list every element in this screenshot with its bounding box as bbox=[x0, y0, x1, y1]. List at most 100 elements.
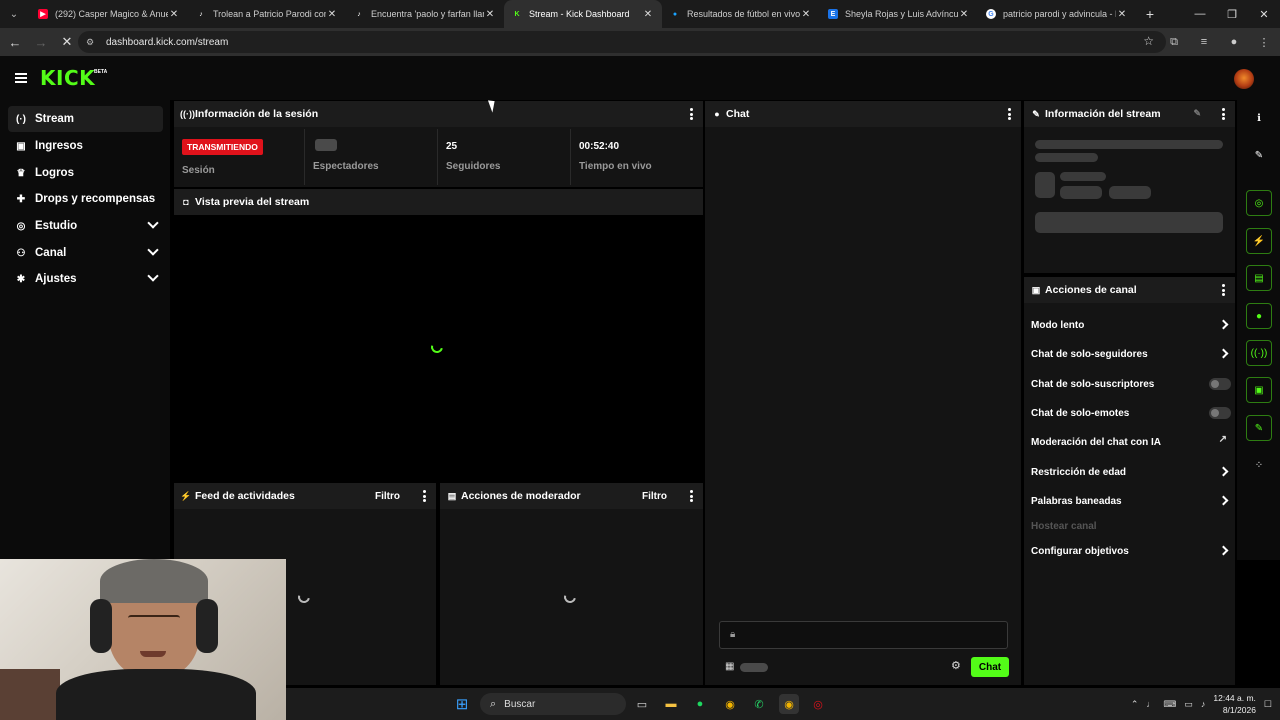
search-icon: ⌕ bbox=[490, 697, 497, 710]
chrome-active-icon[interactable]: ◉ bbox=[779, 694, 799, 714]
sidebar-item-drops[interactable]: ✚ Drops y recompensas bbox=[8, 186, 163, 212]
sidebar-item-stream[interactable]: (·) Stream bbox=[8, 106, 163, 132]
browser-tab[interactable]: ♪ Encuentra 'paolo y farfan llama ✕ bbox=[346, 0, 504, 28]
emotes-only-toggle[interactable] bbox=[1209, 407, 1231, 419]
avatar[interactable] bbox=[1234, 69, 1254, 89]
lightning-icon[interactable]: ⚡ bbox=[1246, 228, 1272, 254]
browser-menu-icon[interactable]: ⋮ bbox=[1254, 32, 1274, 52]
close-icon[interactable]: ✕ bbox=[800, 9, 812, 20]
action-banned-words[interactable]: Palabras baneadas bbox=[1031, 491, 1229, 511]
panel-title: Información del stream bbox=[1045, 108, 1161, 120]
profile-icon[interactable]: ● bbox=[1224, 32, 1244, 52]
obs-icon[interactable]: ◎ bbox=[808, 694, 828, 714]
sidebar-item-estudio[interactable]: ◎ Estudio bbox=[8, 213, 163, 239]
status-badge: TRANSMITIENDO bbox=[182, 139, 263, 155]
chat-bubble-icon[interactable]: ● bbox=[1246, 303, 1272, 329]
browser-tab[interactable]: ▶ (292) Casper Magico & Anuel A ✕ bbox=[30, 0, 188, 28]
wrench-icon[interactable]: ✎ bbox=[1246, 415, 1272, 441]
info-icon[interactable]: ℹ bbox=[1246, 105, 1272, 131]
browser-tab[interactable]: G patricio parodi y advincula - Bu ✕ bbox=[978, 0, 1136, 28]
loading-spinner bbox=[428, 338, 446, 356]
sidebar-item-logros[interactable]: ♛ Logros bbox=[8, 160, 163, 186]
loading-placeholder bbox=[1109, 186, 1151, 199]
moderator-actions-panel: ▤ Acciones de moderador Filtro bbox=[440, 483, 703, 685]
browser-tab[interactable]: E Sheyla Rojas y Luis Advíncula e ✕ bbox=[820, 0, 978, 28]
microphone-icon[interactable]: ♩ bbox=[1146, 699, 1155, 709]
widgets-icon[interactable]: ⁘ bbox=[1246, 452, 1272, 478]
chrome-icon[interactable]: ◉ bbox=[720, 694, 740, 714]
kick-logo[interactable]: KICK bbox=[40, 68, 95, 88]
pencil-icon[interactable]: ✎ bbox=[1246, 142, 1272, 168]
more-options-icon[interactable] bbox=[689, 108, 693, 120]
close-icon[interactable]: ✕ bbox=[1116, 9, 1128, 20]
close-icon[interactable]: ✕ bbox=[958, 9, 970, 20]
news-icon: E bbox=[828, 9, 838, 19]
action-goals[interactable]: Configurar objetivos bbox=[1031, 541, 1229, 561]
forward-icon[interactable]: → bbox=[30, 31, 52, 53]
chevron-up-icon[interactable]: ⌃ bbox=[1131, 699, 1139, 710]
chat-message-input[interactable]: 🔒︎ bbox=[719, 621, 1008, 649]
panel-title: Vista previa del stream bbox=[195, 196, 310, 208]
stop-loading-icon[interactable]: ✕ bbox=[56, 31, 78, 53]
close-icon[interactable]: ✕ bbox=[642, 9, 654, 20]
new-tab-button[interactable]: + bbox=[1140, 6, 1160, 22]
keyboard-icon[interactable]: ⌨ bbox=[1163, 699, 1176, 710]
more-options-icon[interactable] bbox=[689, 490, 693, 502]
loading-placeholder bbox=[315, 139, 337, 151]
action-age-restriction[interactable]: Restricción de edad bbox=[1031, 462, 1229, 482]
task-view-icon[interactable]: ▭ bbox=[632, 694, 652, 714]
lightning-icon: ⚡ bbox=[180, 490, 192, 501]
volume-icon[interactable]: ♪ bbox=[1201, 699, 1206, 709]
whatsapp-icon[interactable]: ✆ bbox=[749, 694, 769, 714]
tab-search-button[interactable]: ⌄ bbox=[4, 4, 24, 24]
window-controls: — ❐ ✕ bbox=[1184, 0, 1280, 28]
spotify-icon[interactable]: ● bbox=[690, 694, 710, 714]
chat-settings-icon[interactable]: ⚙ bbox=[951, 659, 961, 672]
subscribers-only-toggle[interactable] bbox=[1209, 378, 1231, 390]
more-options-icon[interactable] bbox=[422, 490, 426, 502]
browser-tab-active[interactable]: K Stream - Kick Dashboard ✕ bbox=[504, 0, 662, 28]
stream-preview-icon[interactable]: ◎ bbox=[1246, 190, 1272, 216]
sidebar-item-ajustes[interactable]: ✱ Ajustes bbox=[8, 266, 163, 292]
filter-button[interactable]: Filtro bbox=[375, 491, 400, 502]
webcam-shirt bbox=[56, 669, 256, 720]
filter-button[interactable]: Filtro bbox=[642, 491, 667, 502]
store-icon[interactable]: ▦ bbox=[725, 661, 734, 672]
site-settings-icon[interactable]: ⚙ bbox=[86, 37, 98, 47]
network-icon[interactable]: ▭ bbox=[1184, 699, 1193, 710]
windows-start-icon[interactable]: ⊞ bbox=[452, 694, 472, 714]
more-options-icon[interactable] bbox=[1221, 284, 1225, 296]
action-label: Chat de solo-seguidores bbox=[1031, 348, 1148, 360]
close-icon[interactable]: ✕ bbox=[168, 9, 180, 20]
close-icon[interactable]: ✕ bbox=[326, 9, 338, 20]
clock[interactable]: 12:44 a. m. 8/1/2026 bbox=[1213, 692, 1256, 716]
action-followers-only[interactable]: Chat de solo-seguidores bbox=[1031, 344, 1229, 364]
sidebar-item-canal[interactable]: ⚇ Canal bbox=[8, 240, 163, 266]
taskbar-search[interactable]: ⌕ Buscar bbox=[480, 693, 626, 715]
browser-tab[interactable]: ● Resultados de fútbol en vivo, M ✕ bbox=[662, 0, 820, 28]
extensions-icon[interactable]: ⧉ bbox=[1164, 32, 1184, 52]
more-options-icon[interactable] bbox=[1221, 108, 1225, 120]
url-field[interactable]: ⚙ dashboard.kick.com/stream ☆ bbox=[78, 31, 1166, 53]
broadcast-icon[interactable]: ((·)) bbox=[1246, 340, 1272, 366]
action-slow-mode[interactable]: Modo lento bbox=[1031, 315, 1229, 335]
close-window-icon[interactable]: ✕ bbox=[1248, 0, 1280, 28]
bookmark-star-icon[interactable]: ☆ bbox=[1143, 34, 1154, 48]
back-icon[interactable]: ← bbox=[4, 31, 26, 53]
maximize-icon[interactable]: ❐ bbox=[1216, 0, 1248, 28]
menu-icon[interactable] bbox=[15, 73, 27, 83]
browser-tab[interactable]: ♪ Trolean a Patricio Parodi con br ✕ bbox=[188, 0, 346, 28]
chevron-right-icon bbox=[1218, 466, 1229, 477]
minimize-icon[interactable]: — bbox=[1184, 0, 1216, 28]
media-controls-icon[interactable]: ≡ bbox=[1194, 32, 1214, 52]
actions-icon[interactable]: ▣ bbox=[1246, 377, 1272, 403]
notifications-icon[interactable]: ☐ bbox=[1264, 699, 1272, 710]
file-explorer-icon[interactable]: ▬ bbox=[661, 694, 681, 714]
close-icon[interactable]: ✕ bbox=[484, 9, 496, 20]
chat-send-button[interactable]: Chat bbox=[971, 657, 1009, 677]
sidebar-item-ingresos[interactable]: ▣ Ingresos bbox=[8, 133, 163, 159]
edit-icon[interactable]: ✎ bbox=[1193, 108, 1201, 119]
clipboard-icon[interactable]: ▤ bbox=[1246, 265, 1272, 291]
more-options-icon[interactable] bbox=[1007, 108, 1011, 120]
action-ai-moderation[interactable]: Moderación del chat con IA ↗ bbox=[1031, 432, 1229, 452]
